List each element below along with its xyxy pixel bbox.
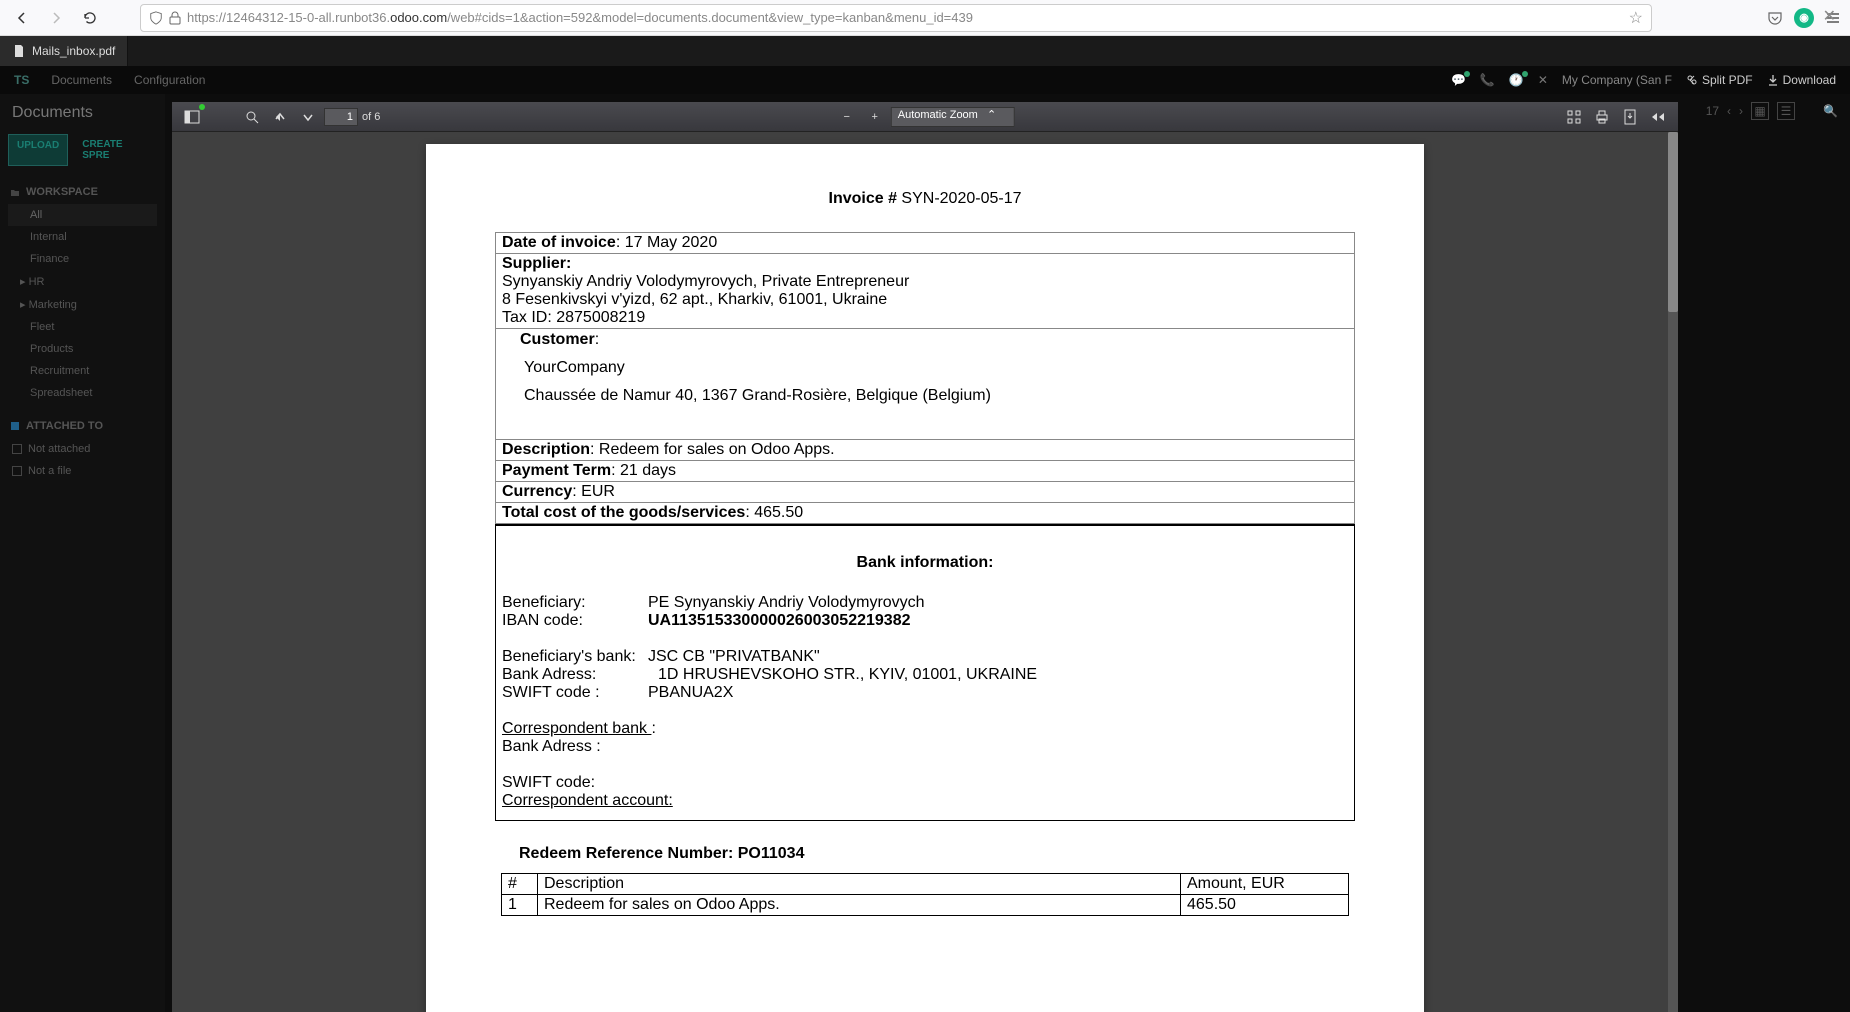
pdf-tab[interactable]: Mails_inbox.pdf (0, 36, 128, 66)
search-icon[interactable]: 🔍 (1823, 104, 1838, 118)
next-page-icon[interactable]: › (1739, 104, 1743, 118)
invoice-title: Invoice # SYN-2020-05-17 (466, 190, 1384, 208)
download-icon[interactable] (1618, 105, 1642, 129)
extension-icon[interactable]: ◉ (1794, 8, 1814, 28)
tag-icon (10, 421, 20, 431)
filter-not-attached[interactable]: Not attached (8, 438, 157, 460)
sidebar-item-hr[interactable]: ▸ HR (8, 270, 157, 293)
bank-info-block: Bank information: Beneficiary:PE Synyans… (495, 524, 1355, 821)
find-icon[interactable] (240, 105, 264, 129)
pdf-page: Invoice # SYN-2020-05-17 Date of invoice… (426, 144, 1424, 1012)
menu-item[interactable]: TS (14, 73, 29, 87)
scrollbar[interactable] (1668, 132, 1678, 1012)
sidebar-item-spreadsheet[interactable]: Spreadsheet (8, 382, 157, 404)
sidebar: Documents UPLOAD CREATE SPRE WORKSPACE A… (0, 94, 165, 1012)
pdf-toolbar: of 6 − + Automatic Zoom ⌃ (172, 102, 1678, 132)
sidebar-item-products[interactable]: Products (8, 338, 157, 360)
forward-button[interactable] (42, 4, 70, 32)
pocket-icon[interactable] (1766, 9, 1784, 27)
split-pdf-button[interactable]: Split PDF (1686, 73, 1753, 87)
zoom-out-icon[interactable]: − (835, 105, 859, 129)
browser-toolbar: https://12464312-15-0-all.runbot36.odoo.… (0, 0, 1850, 36)
modal-close-icon[interactable]: ✕ (1823, 6, 1836, 26)
odoo-tab-bar: Mails_inbox.pdf (0, 36, 1850, 66)
sidebar-item-recruitment[interactable]: Recruitment (8, 360, 157, 382)
page-title: Documents (8, 104, 157, 122)
page-total: of 6 (362, 111, 380, 123)
prev-page-icon[interactable] (268, 105, 292, 129)
workspace-header[interactable]: WORKSPACE (8, 180, 157, 204)
prev-page-icon[interactable]: ‹ (1727, 104, 1731, 118)
back-button[interactable] (8, 4, 36, 32)
tab-title: Mails_inbox.pdf (32, 44, 115, 58)
shield-icon (149, 11, 163, 25)
reload-button[interactable] (76, 4, 104, 32)
redeem-reference: Redeem Reference Number: PO11034 (495, 845, 1355, 863)
print-icon[interactable] (1590, 105, 1614, 129)
bookmark-star-icon[interactable]: ☆ (1629, 8, 1643, 28)
pdf-viewer: of 6 − + Automatic Zoom ⌃ Invoice # SYN-… (172, 102, 1678, 1012)
download-button[interactable]: Download (1767, 73, 1836, 87)
company-name: My Company (San F (1562, 73, 1672, 87)
sidebar-item-fleet[interactable]: Fleet (8, 316, 157, 338)
attached-header: ATTACHED TO (8, 414, 157, 438)
line-items-table: #DescriptionAmount, EUR 1Redeem for sale… (501, 873, 1349, 916)
filter-not-a-file[interactable]: Not a file (8, 460, 157, 482)
page-number-input[interactable] (324, 108, 358, 126)
create-spreadsheet-button[interactable]: CREATE SPRE (74, 134, 157, 166)
lock-icon (169, 11, 181, 25)
sidebar-toggle-icon[interactable] (180, 105, 204, 129)
url-bar[interactable]: https://12464312-15-0-all.runbot36.odoo.… (140, 4, 1652, 32)
folder-icon (10, 187, 20, 197)
tools-icon[interactable] (1646, 105, 1670, 129)
url-text: https://12464312-15-0-all.runbot36.odoo.… (187, 10, 973, 25)
sidebar-item-all[interactable]: All (8, 204, 157, 226)
menu-item[interactable]: Configuration (134, 73, 205, 87)
zoom-select[interactable]: Automatic Zoom ⌃ (891, 107, 1015, 127)
file-icon (12, 44, 26, 58)
close-icon[interactable]: ✕ (1538, 73, 1548, 87)
kanban-view-icon[interactable]: ▦ (1751, 102, 1769, 120)
odoo-top-menu: TS Documents Configuration 💬 📞 🕐 ✕ My Co… (0, 66, 1850, 94)
next-page-icon[interactable] (296, 105, 320, 129)
upload-button[interactable]: UPLOAD (8, 134, 68, 166)
presentation-icon[interactable] (1562, 105, 1586, 129)
sidebar-item-finance[interactable]: Finance (8, 248, 157, 270)
zoom-in-icon[interactable]: + (863, 105, 887, 129)
page-info: 17 (1706, 104, 1719, 118)
invoice-info-table: Date of invoice: 17 May 2020 Supplier: S… (495, 232, 1355, 524)
list-view-icon[interactable]: ☰ (1777, 102, 1795, 120)
pdf-canvas[interactable]: Invoice # SYN-2020-05-17 Date of invoice… (172, 132, 1678, 1012)
menu-item[interactable]: Documents (51, 73, 112, 87)
sidebar-item-internal[interactable]: Internal (8, 226, 157, 248)
sidebar-item-marketing[interactable]: ▸ Marketing (8, 293, 157, 316)
